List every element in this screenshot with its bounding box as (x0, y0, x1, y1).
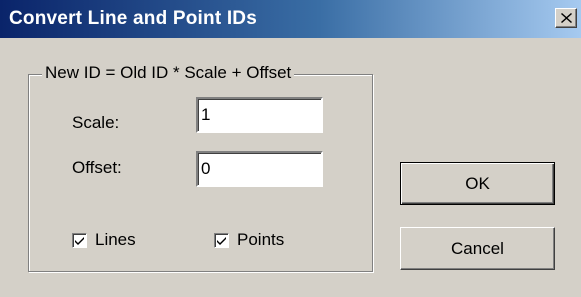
cancel-button-label: Cancel (451, 238, 504, 258)
window-title: Convert Line and Point IDs (9, 8, 257, 29)
title-bar[interactable]: Convert Line and Point IDs (0, 0, 581, 38)
scale-input[interactable] (196, 97, 323, 133)
convert-ids-dialog: Convert Line and Point IDs New ID = Old … (0, 0, 581, 297)
offset-input[interactable] (196, 151, 323, 187)
lines-checkbox[interactable] (72, 232, 87, 248)
checkmark-icon (75, 236, 84, 245)
cancel-button[interactable]: Cancel (400, 227, 555, 270)
points-label: Points (237, 230, 285, 249)
points-checkbox[interactable] (214, 232, 229, 248)
checkmark-icon (217, 236, 226, 245)
formula-legend: New ID = Old ID * Scale + Offset (42, 63, 295, 83)
scale-label: Scale: (72, 113, 120, 132)
close-x-icon (561, 13, 572, 23)
ok-button-label: OK (465, 173, 490, 193)
lines-label: Lines (95, 230, 136, 249)
points-checkbox-row[interactable]: Points (214, 230, 284, 250)
lines-checkbox-row[interactable]: Lines (72, 230, 136, 250)
ok-button[interactable]: OK (400, 162, 555, 205)
offset-label: Offset: (72, 158, 122, 177)
close-button[interactable] (555, 8, 577, 28)
